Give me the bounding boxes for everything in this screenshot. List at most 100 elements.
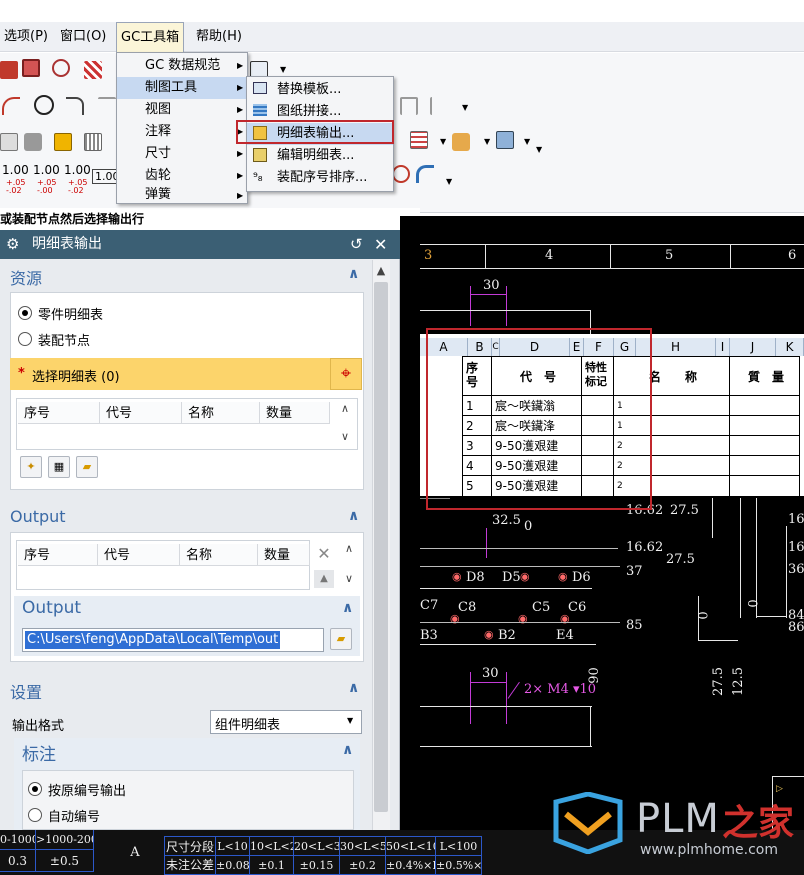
menu-item-gear[interactable]: 齿轮 bbox=[117, 165, 247, 187]
dropdown-arrow-icon[interactable]: ▼ bbox=[446, 177, 452, 186]
column-header[interactable]: 名称 bbox=[182, 402, 260, 424]
folder-icon[interactable]: ▰ bbox=[76, 456, 98, 478]
chevron-up-icon[interactable]: ∧ bbox=[342, 542, 356, 556]
col-letter: I bbox=[716, 338, 730, 356]
collapse-icon[interactable]: ∧ bbox=[348, 680, 359, 696]
menu-item-spring[interactable]: 弹簧 bbox=[117, 187, 247, 203]
output-path-field[interactable]: C:\Users\feng\AppData\Local\Temp\out bbox=[22, 628, 324, 652]
chamfer-icon[interactable] bbox=[98, 97, 116, 115]
view-icon-c[interactable] bbox=[54, 133, 72, 151]
section-header-annotation[interactable]: 标注 bbox=[22, 740, 56, 765]
chevron-down-icon: ▼ bbox=[347, 716, 354, 725]
angle-icon[interactable] bbox=[430, 97, 448, 115]
delete-icon[interactable]: ✕ bbox=[314, 544, 334, 564]
column-header[interactable]: 代号 bbox=[100, 402, 182, 424]
radio-auto-numbering[interactable] bbox=[28, 808, 42, 822]
section-header-output[interactable]: Output bbox=[10, 507, 66, 526]
browse-folder-icon[interactable]: ▰ bbox=[330, 628, 352, 650]
dropdown-arrow-icon[interactable]: ▼ bbox=[536, 145, 542, 154]
arc-icon[interactable] bbox=[2, 97, 20, 115]
collapse-icon[interactable]: ∧ bbox=[342, 742, 353, 758]
section-header-output-path[interactable]: Output bbox=[22, 598, 81, 618]
collapse-icon[interactable]: ∧ bbox=[348, 266, 359, 282]
menu-help[interactable]: 帮助(H) bbox=[192, 22, 246, 52]
menu-highlight-box bbox=[236, 120, 394, 144]
chevron-down-icon[interactable]: ∨ bbox=[338, 430, 352, 444]
view-icon-b[interactable] bbox=[24, 133, 42, 151]
dimension-label: 0 bbox=[524, 519, 533, 534]
collapse-icon[interactable]: ∧ bbox=[348, 508, 359, 524]
tol-cell: 0.3 bbox=[0, 850, 36, 872]
menu-options[interactable]: 选项(P) bbox=[0, 22, 52, 52]
menu-gc-toolbox[interactable]: GC工具箱 bbox=[116, 22, 185, 52]
dimension-label: 37 bbox=[626, 564, 643, 579]
hole-marker: ◉ bbox=[484, 628, 494, 641]
scroll-thumb[interactable] bbox=[374, 282, 388, 812]
dropdown-arrow-icon[interactable]: ▼ bbox=[524, 137, 530, 146]
column-header[interactable]: 代号 bbox=[98, 544, 180, 566]
radio-original-numbering-label[interactable]: 按原编号输出 bbox=[48, 780, 126, 799]
radio-assembly-node[interactable] bbox=[18, 332, 32, 346]
menu-window[interactable]: 窗口(O) bbox=[56, 22, 110, 52]
column-header[interactable]: 数量 bbox=[258, 544, 310, 566]
toolbar-icon-b[interactable] bbox=[22, 59, 40, 77]
dimension-label: 16.62 bbox=[626, 540, 664, 555]
undo-arrow-icon[interactable] bbox=[416, 165, 434, 183]
view-icon-a[interactable] bbox=[0, 133, 18, 151]
cad-drawing-area[interactable]: 3 4 5 6 30 32.5 0 16.62 16.62 37 ◉ D8 D5… bbox=[400, 216, 804, 830]
section-header-source[interactable]: 资源 bbox=[10, 265, 42, 289]
dimension-label: 27.5 bbox=[710, 667, 726, 696]
menu-item-view[interactable]: 视图 bbox=[117, 99, 247, 121]
move-up-icon[interactable]: ▲ bbox=[314, 570, 334, 588]
radio-parts-list[interactable] bbox=[18, 306, 32, 320]
dropdown-arrow-icon[interactable]: ▼ bbox=[280, 65, 286, 74]
table-insert-icon[interactable]: ▦ bbox=[48, 456, 70, 478]
toolbar-icon-c[interactable] bbox=[52, 59, 70, 77]
chevron-up-icon[interactable]: ∧ bbox=[338, 402, 352, 416]
column-header[interactable]: 名称 bbox=[180, 544, 258, 566]
menu-item-replace-template[interactable]: 替换模板... bbox=[247, 79, 393, 101]
menubar: 选项(P) 窗口(O) GC工具箱 帮助(H) bbox=[0, 22, 804, 52]
menu-item-gc-data-spec[interactable]: GC 数据规范 bbox=[117, 55, 247, 77]
close-icon[interactable]: ✕ bbox=[374, 230, 387, 259]
section-header-settings[interactable]: 设置 bbox=[10, 679, 42, 703]
toolbar-icon-a[interactable] bbox=[0, 61, 18, 79]
dropdown-arrow-icon[interactable]: ▼ bbox=[484, 137, 490, 146]
column-header[interactable]: 序号 bbox=[18, 402, 100, 424]
scroll-up-icon[interactable]: ▲ bbox=[374, 264, 388, 278]
radio-auto-numbering-label[interactable]: 自动编号 bbox=[48, 806, 100, 825]
toolbar-icon-d[interactable] bbox=[84, 61, 102, 79]
menu-item-drafting-tools[interactable]: 制图工具 bbox=[117, 77, 247, 99]
column-header[interactable]: 序号 bbox=[18, 544, 98, 566]
dropdown-arrow-icon[interactable]: ▼ bbox=[462, 103, 468, 112]
menu-item-annotation[interactable]: 注释 bbox=[117, 121, 247, 143]
menu-item-dimension[interactable]: 尺寸 bbox=[117, 143, 247, 165]
frame-icon[interactable] bbox=[400, 97, 418, 115]
crosshair-icon[interactable]: ⌖ bbox=[330, 358, 362, 390]
circle-icon[interactable] bbox=[34, 95, 54, 115]
menu-item-balloon-sort[interactable]: 装配序号排序... bbox=[247, 167, 393, 189]
tolerance-label[interactable]: 1.00 bbox=[33, 164, 60, 176]
radio-parts-list-label[interactable]: 零件明细表 bbox=[38, 304, 103, 323]
reset-icon[interactable]: ↺ bbox=[350, 230, 363, 259]
menu-item-edit-parts-list[interactable]: 编辑明细表... bbox=[247, 145, 393, 167]
add-row-icon[interactable]: ✦ bbox=[20, 456, 42, 478]
table-icon[interactable] bbox=[410, 131, 428, 149]
radio-assembly-node-label[interactable]: 装配节点 bbox=[38, 330, 90, 349]
tolerance-label[interactable]: 1.00 bbox=[64, 164, 91, 176]
grid-icon[interactable] bbox=[496, 131, 514, 149]
dimension-label: 30 bbox=[482, 666, 499, 681]
output-format-select[interactable]: 组件明细表 ▼ bbox=[210, 710, 362, 734]
radio-original-numbering[interactable] bbox=[28, 782, 42, 796]
collapse-icon[interactable]: ∧ bbox=[342, 600, 353, 616]
column-header[interactable]: 数量 bbox=[260, 402, 330, 424]
note-icon[interactable] bbox=[452, 133, 470, 151]
chevron-down-icon[interactable]: ∨ bbox=[342, 572, 356, 586]
dropdown-arrow-icon[interactable]: ▼ bbox=[440, 137, 446, 146]
tol-cell: 50<L<100 bbox=[386, 836, 436, 856]
fillet-icon[interactable] bbox=[66, 97, 84, 115]
view-icon-d[interactable] bbox=[84, 133, 102, 151]
tolerance-label[interactable]: 1.00 bbox=[2, 164, 29, 176]
annotation-circle-icon[interactable] bbox=[392, 165, 410, 183]
hole-label: C6 bbox=[568, 600, 587, 615]
